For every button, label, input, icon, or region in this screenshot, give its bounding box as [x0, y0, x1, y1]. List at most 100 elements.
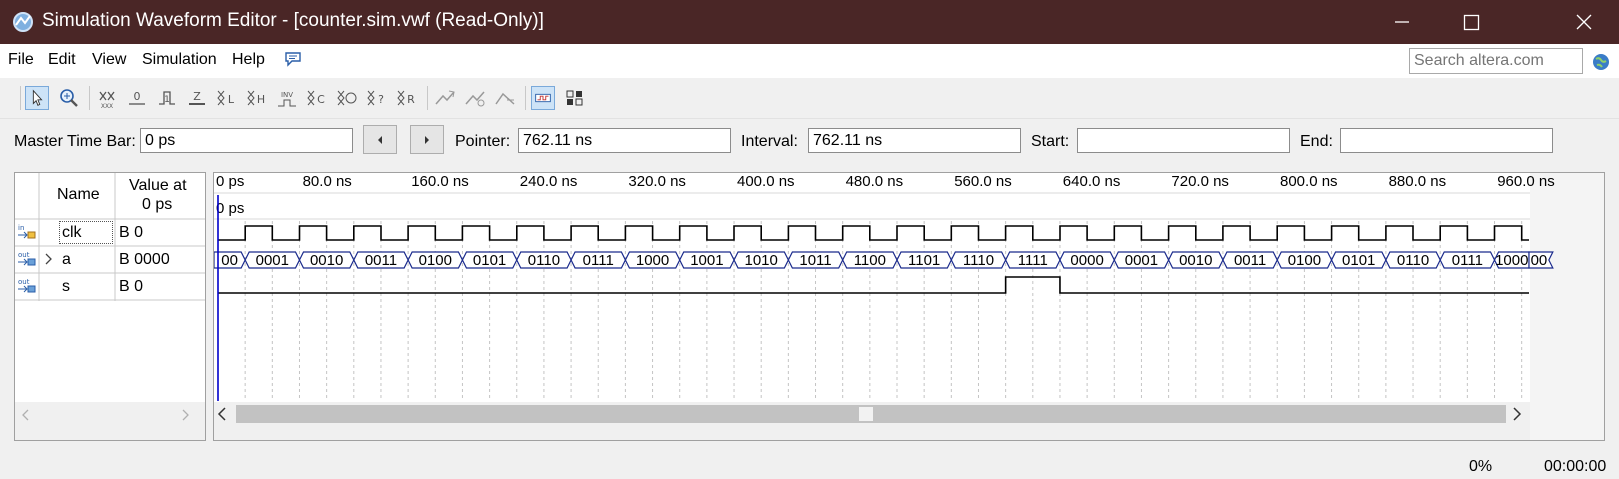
waveform-canvas[interactable]: 0 ps 80.0 ns 160.0 ns 240.0 ns 320.0 ns 400.0…	[214, 173, 1604, 440]
signal-list-panel: Name Value at 0 ps in clk B 0 out a B 00…	[14, 172, 206, 441]
svg-text:INV: INV	[281, 91, 293, 99]
arrow-left-icon	[378, 136, 382, 144]
svg-text:R: R	[407, 93, 415, 106]
waveform-panel[interactable]: 0 ps 80.0 ns 160.0 ns 240.0 ns 320.0 ns 400.0…	[213, 172, 1605, 441]
interval-field[interactable]: 762.11 ns	[808, 128, 1021, 153]
timeline-tick-label: 480.0 ns	[846, 173, 904, 190]
force-high-impedance-icon[interactable]: Z	[185, 86, 209, 110]
progress-percent: 0%	[1469, 458, 1493, 475]
insert-time-bar-icon[interactable]	[463, 86, 487, 110]
bus-value-label: 1011	[799, 252, 831, 269]
timeline-tick-label: 960.0 ns	[1497, 173, 1555, 190]
name-column-header[interactable]: Name	[57, 186, 100, 204]
svg-text:L: L	[228, 93, 235, 106]
scroll-left-icon[interactable]	[21, 409, 31, 421]
menu-view[interactable]: View	[92, 51, 126, 69]
signal-value: B 0	[119, 224, 144, 241]
pointer-field[interactable]: 762.11 ns	[518, 128, 731, 153]
clk-waveform[interactable]	[218, 225, 1529, 241]
pointer-label: Pointer:	[455, 133, 511, 150]
s-waveform[interactable]	[218, 276, 1529, 294]
bus-value-label: 0110	[528, 252, 560, 269]
globe-icon[interactable]	[1592, 53, 1610, 71]
svg-text:XXX: XXX	[101, 103, 113, 110]
force-unknown-icon[interactable]: XXX	[95, 86, 119, 110]
close-icon	[1576, 14, 1592, 30]
bus-value-label: 0101	[473, 252, 506, 269]
menu-edit[interactable]: Edit	[48, 51, 76, 69]
toolbar-separator	[525, 86, 526, 110]
elapsed-time: 00:00:00	[1544, 458, 1607, 475]
minimize-button[interactable]	[1366, 0, 1436, 44]
interval-label: Interval:	[741, 133, 798, 150]
signal-name: clk	[62, 224, 82, 241]
input-pin-icon: in	[18, 224, 36, 239]
timeline-tick-label: 320.0 ns	[628, 173, 686, 190]
bus-value-label: 0100	[419, 252, 452, 269]
bus-value-label: 0001	[256, 252, 289, 269]
run-timing-simulation-icon[interactable]	[563, 86, 587, 110]
next-transition-button[interactable]	[410, 125, 444, 154]
scrollbar-thumb[interactable]	[859, 407, 873, 421]
menu-simulation[interactable]: Simulation	[142, 51, 217, 69]
run-functional-simulation-icon[interactable]	[531, 86, 555, 110]
timeline-tick-label: 800.0 ns	[1280, 173, 1338, 190]
signal-name: s	[62, 278, 70, 295]
start-label: Start:	[1031, 133, 1070, 150]
end-field[interactable]	[1340, 128, 1553, 153]
bus-value-label: 1000	[1495, 252, 1528, 269]
bus-value-label: 0011	[1234, 252, 1266, 269]
bus-value-label: 0110	[1397, 252, 1429, 269]
scroll-right-icon[interactable]	[181, 409, 191, 421]
zoom-tool-icon[interactable]	[57, 86, 81, 110]
selection-tool-icon[interactable]	[25, 86, 49, 110]
value-column-header[interactable]: Value at	[129, 177, 187, 195]
invert-icon[interactable]: INV	[275, 86, 299, 110]
timeline-tick-label: 640.0 ns	[1063, 173, 1121, 190]
end-label: End:	[1300, 133, 1333, 150]
bus-value-label: 1001	[690, 252, 723, 269]
force-high-icon[interactable]: 1	[155, 86, 179, 110]
weak-high-icon[interactable]: H	[245, 86, 269, 110]
timeline-tick-label: 560.0 ns	[954, 173, 1012, 190]
maximize-button[interactable]	[1436, 0, 1506, 44]
bus-value-label: 0011	[365, 252, 397, 269]
svg-text:Z: Z	[193, 90, 201, 103]
toolbar-separator	[20, 86, 21, 110]
force-low-icon[interactable]: 0	[125, 86, 149, 110]
svg-text:C: C	[317, 93, 325, 106]
expand-chevron-icon[interactable]	[44, 253, 54, 265]
bus-value-label: 0010	[310, 252, 343, 269]
output-pin-icon: out	[18, 251, 36, 266]
status-bar: 0% 00:00:00	[0, 454, 1619, 479]
clock-value-icon[interactable]	[335, 86, 359, 110]
previous-transition-button[interactable]	[363, 125, 397, 154]
bus-value-label: 0111	[583, 252, 614, 269]
menu-help[interactable]: Help	[232, 51, 265, 69]
bus-value-label: 1111	[1018, 252, 1048, 269]
weak-low-icon[interactable]: L	[215, 86, 239, 110]
start-field[interactable]	[1077, 128, 1290, 153]
toolbar-separator	[427, 86, 428, 110]
count-value-icon[interactable]: C	[305, 86, 329, 110]
arbitrary-value-icon[interactable]: ?	[365, 86, 389, 110]
random-value-icon[interactable]: R	[395, 86, 419, 110]
svg-text:in: in	[18, 224, 24, 232]
help-balloon-icon[interactable]	[284, 50, 302, 68]
bus-value-label: 00	[1531, 252, 1548, 269]
vertical-scrollbar-track[interactable]	[1530, 173, 1604, 440]
arrow-right-icon	[425, 136, 429, 144]
svg-text:0: 0	[134, 90, 141, 103]
remove-time-bar-icon[interactable]	[493, 86, 517, 110]
menu-bar: File Edit View Simulation Help	[0, 44, 1619, 78]
bus-value-label: 0001	[1125, 252, 1158, 269]
timeline-tick-label: 80.0 ns	[303, 173, 352, 190]
title-bar: Simulation Waveform Editor - [counter.si…	[0, 0, 1619, 44]
search-input[interactable]	[1409, 48, 1583, 74]
menu-file[interactable]: File	[8, 51, 34, 69]
toolbar: XXX 0 1 Z L H INV C ? R	[0, 80, 1619, 119]
close-button[interactable]	[1549, 0, 1619, 44]
master-time-bar-field[interactable]: 0 ps	[140, 128, 353, 153]
snap-to-grid-icon[interactable]	[433, 86, 457, 110]
minimize-icon	[1395, 21, 1409, 23]
